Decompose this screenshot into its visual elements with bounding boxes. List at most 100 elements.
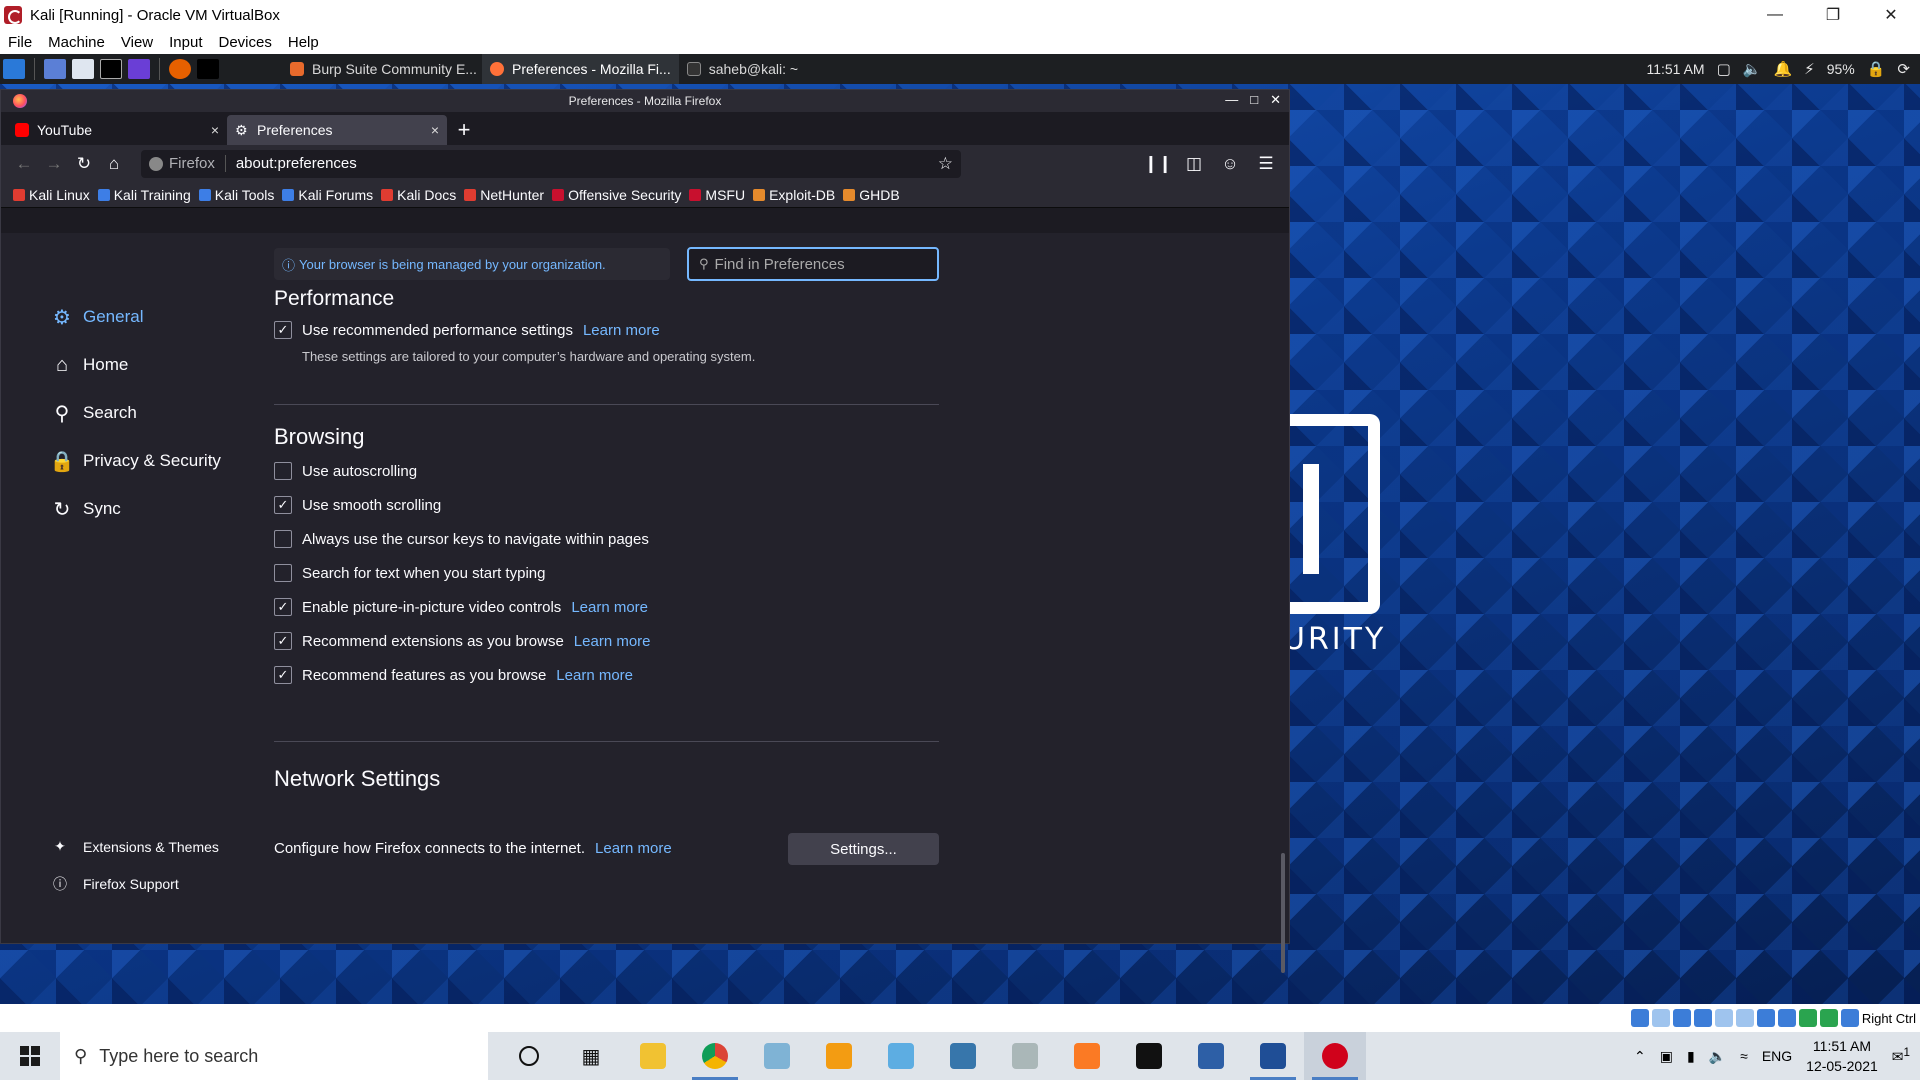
menu-hamburger-icon[interactable]: ☰ <box>1251 149 1281 179</box>
checkbox-label[interactable]: Use smooth scrolling <box>302 497 441 514</box>
menu-machine[interactable]: Machine <box>48 34 105 51</box>
tab-preferences[interactable]: ⚙ Preferences × <box>227 115 447 145</box>
category-privacy-security[interactable]: 🔒 Privacy & Security <box>49 437 221 485</box>
checkbox-label[interactable]: Use autoscrolling <box>302 463 417 480</box>
file-manager-icon[interactable] <box>72 59 94 79</box>
restore-button[interactable]: ❐ <box>1804 0 1862 30</box>
browser-launcher-icon[interactable] <box>128 59 150 79</box>
find-in-preferences-input[interactable]: ⚲ Find in Preferences <box>687 247 939 281</box>
mouse-integration-icon[interactable] <box>1840 1009 1859 1027</box>
bookmark-kali-linux[interactable]: Kali Linux <box>13 187 90 203</box>
menu-file[interactable]: File <box>8 34 32 51</box>
ff-maximize-button[interactable]: □ <box>1250 92 1258 108</box>
volume-icon[interactable]: 🔈 <box>1709 1048 1726 1065</box>
minimize-button[interactable]: — <box>1746 0 1804 30</box>
category-sync[interactable]: ↻ Sync <box>49 485 221 533</box>
checkbox-label[interactable]: Recommend extensions as you browse <box>302 633 564 650</box>
hard-disk-icon[interactable] <box>1630 1009 1649 1027</box>
image-viewer-icon[interactable] <box>994 1032 1056 1080</box>
bookmark-msfu[interactable]: MSFU <box>689 187 745 203</box>
task-view-icon[interactable]: ▦ <box>560 1032 622 1080</box>
network-tool-icon[interactable] <box>870 1032 932 1080</box>
learn-more-link[interactable]: Learn more <box>595 840 672 857</box>
forward-button[interactable]: → <box>39 149 69 179</box>
tab-youtube[interactable]: YouTube × <box>7 115 227 145</box>
smooth-scrolling-checkbox[interactable]: ✓ <box>274 496 292 514</box>
kali-menu-icon[interactable] <box>3 59 25 79</box>
bookmark-ghdb[interactable]: GHDB <box>843 187 900 203</box>
learn-more-link[interactable]: Learn more <box>556 667 633 684</box>
menu-devices[interactable]: Devices <box>219 34 272 51</box>
notepad-icon[interactable] <box>746 1032 808 1080</box>
network-settings-button[interactable]: Settings... <box>788 833 939 865</box>
learn-more-link[interactable]: Learn more <box>574 633 651 650</box>
chevron-up-icon[interactable]: ⌃ <box>1634 1048 1646 1065</box>
command-prompt-icon[interactable] <box>1118 1032 1180 1080</box>
ff-close-button[interactable]: ✕ <box>1270 92 1281 108</box>
menu-help[interactable]: Help <box>288 34 319 51</box>
firefox-launcher-icon[interactable] <box>169 59 191 79</box>
identity-box[interactable]: Firefox <box>149 155 226 172</box>
back-button[interactable]: ← <box>9 149 39 179</box>
learn-more-link[interactable]: Learn more <box>571 599 648 616</box>
checkbox-label[interactable]: Recommend features as you browse <box>302 667 546 684</box>
cursor-keys-checkbox[interactable] <box>274 530 292 548</box>
taskbar-clock[interactable]: 11:51 AM 12-05-2021 <box>1806 1036 1878 1076</box>
account-icon[interactable]: ☺ <box>1215 149 1245 179</box>
task-firefox-preferences[interactable]: Preferences - Mozilla Fi... <box>482 54 679 84</box>
task-burp-suite[interactable]: Burp Suite Community E... <box>282 54 482 84</box>
checkbox-label[interactable]: Use recommended performance settings <box>302 322 573 339</box>
bookmark-nethunter[interactable]: NetHunter <box>464 187 544 203</box>
bookmark-offensive-security[interactable]: Offensive Security <box>552 187 681 203</box>
guest-additions-icon[interactable] <box>1819 1009 1838 1027</box>
recommended-performance-checkbox[interactable]: ✓ <box>274 321 292 339</box>
notification-center-icon[interactable]: ✉1 <box>1892 1046 1910 1066</box>
category-general[interactable]: ⚙ General <box>49 293 221 341</box>
bookmark-kali-docs[interactable]: Kali Docs <box>381 187 456 203</box>
lock-icon[interactable]: 🔒 <box>1867 60 1886 78</box>
meet-now-icon[interactable]: ▣ <box>1660 1048 1673 1065</box>
python-icon[interactable] <box>932 1032 994 1080</box>
shared-folders-icon[interactable] <box>1735 1009 1754 1027</box>
recommend-features-checkbox[interactable]: ✓ <box>274 666 292 684</box>
picture-in-picture-checkbox[interactable]: ✓ <box>274 598 292 616</box>
checkbox-label[interactable]: Search for text when you start typing <box>302 565 545 582</box>
audio-icon[interactable] <box>1672 1009 1691 1027</box>
firefox-support-link[interactable]: ⓘ Firefox Support <box>49 865 219 902</box>
chrome-icon[interactable] <box>684 1032 746 1080</box>
category-search[interactable]: ⚲ Search <box>49 389 221 437</box>
volume-icon[interactable]: 🔈 <box>1743 60 1762 78</box>
show-desktop-icon[interactable] <box>44 59 66 79</box>
display-icon[interactable] <box>1756 1009 1775 1027</box>
scrollbar-thumb[interactable] <box>1281 853 1285 973</box>
battery-icon[interactable]: ▮ <box>1687 1048 1695 1065</box>
language-indicator[interactable]: ENG <box>1762 1048 1792 1064</box>
recommend-extensions-checkbox[interactable]: ✓ <box>274 632 292 650</box>
checkbox-label[interactable]: Always use the cursor keys to navigate w… <box>302 531 649 548</box>
snipping-tool-icon[interactable] <box>808 1032 870 1080</box>
autoscrolling-checkbox[interactable] <box>274 462 292 480</box>
bookmark-kali-forums[interactable]: Kali Forums <box>282 187 373 203</box>
powershell-icon[interactable] <box>1180 1032 1242 1080</box>
home-button[interactable]: ⌂ <box>99 149 129 179</box>
url-bar[interactable]: Firefox about:preferences ☆ <box>141 149 961 178</box>
sidebar-icon[interactable]: ◫ <box>1179 149 1209 179</box>
panel-clock[interactable]: 11:51 AM <box>1646 61 1704 77</box>
kali-vm-taskbar-icon[interactable] <box>1304 1032 1366 1080</box>
close-tab-icon[interactable]: × <box>431 122 439 138</box>
usb-icon[interactable] <box>1714 1009 1733 1027</box>
terminal-icon[interactable] <box>100 59 122 79</box>
category-home[interactable]: ⌂ Home <box>49 341 221 389</box>
close-button[interactable]: ✕ <box>1862 0 1920 30</box>
wifi-icon[interactable]: ≈ <box>1740 1048 1748 1064</box>
virtualbox-taskbar-icon[interactable] <box>1242 1032 1304 1080</box>
learn-more-link[interactable]: Learn more <box>583 322 660 339</box>
workspace-icon[interactable] <box>197 59 219 79</box>
task-terminal[interactable]: saheb@kali: ~ <box>679 54 806 84</box>
bookmark-star-icon[interactable]: ☆ <box>938 154 953 174</box>
new-tab-button[interactable]: + <box>447 115 481 145</box>
network-icon[interactable] <box>1693 1009 1712 1027</box>
checkbox-label[interactable]: Enable picture-in-picture video controls <box>302 599 561 616</box>
taskbar-search-box[interactable]: ⚲ Type here to search <box>60 1032 488 1080</box>
video-capture-icon[interactable] <box>1777 1009 1796 1027</box>
